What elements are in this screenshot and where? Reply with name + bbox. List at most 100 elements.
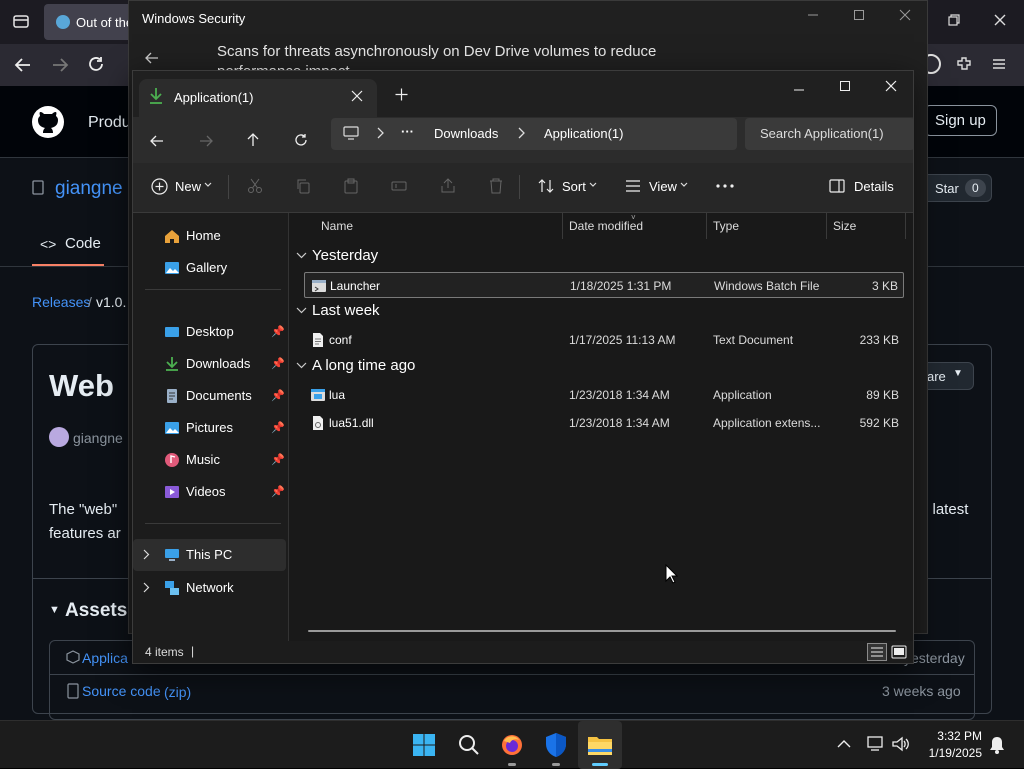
clock[interactable]: 3:32 PM 1/19/2025	[920, 727, 982, 763]
share-icon[interactable]	[440, 178, 456, 194]
maximize-icon[interactable]	[853, 9, 865, 21]
repo-owner-link[interactable]: giangne	[55, 178, 123, 200]
file-size: 3 KB	[871, 279, 898, 293]
tab-title: Out of the	[76, 15, 134, 30]
up-arrow-icon[interactable]	[246, 133, 260, 147]
asset-link[interactable]: Applica	[82, 650, 128, 666]
nav-item-network[interactable]: Network	[133, 573, 288, 603]
pin-icon[interactable]: 📌	[271, 485, 285, 498]
column-divider[interactable]	[826, 213, 827, 239]
forward-arrow-icon[interactable]	[199, 134, 213, 148]
close-icon[interactable]	[899, 9, 911, 21]
forward-icon[interactable]	[51, 56, 69, 74]
back-arrow-icon[interactable]	[145, 51, 159, 65]
breadcrumb-downloads[interactable]: Downloads	[434, 126, 498, 141]
column-header-type[interactable]: Type	[713, 219, 739, 233]
assets-toggle-icon[interactable]: ▼	[49, 604, 60, 616]
cut-icon[interactable]	[247, 178, 263, 194]
address-bar[interactable]: ··· Downloads Application(1)	[331, 118, 737, 150]
search-input[interactable]: Search Application(1)	[745, 118, 913, 150]
nav-item-downloads[interactable]: Downloads 📌	[133, 349, 288, 379]
network-status-icon[interactable]	[867, 736, 885, 752]
reload-icon[interactable]	[87, 55, 105, 73]
sign-up-button[interactable]: Sign up	[924, 105, 997, 136]
breadcrumb-application[interactable]: Application(1)	[544, 126, 624, 141]
new-button[interactable]: New	[175, 179, 201, 194]
file-explorer-taskbar-button[interactable]	[578, 721, 622, 769]
back-arrow-icon[interactable]	[150, 134, 164, 148]
expand-chevron-icon[interactable]	[143, 549, 150, 560]
minimize-icon[interactable]	[793, 84, 805, 96]
source-code-link[interactable]: Source code	[82, 683, 161, 699]
nav-item-home[interactable]: Home	[133, 221, 288, 251]
restore-icon[interactable]	[946, 12, 962, 28]
details-view-icon[interactable]	[867, 643, 887, 661]
start-button[interactable]	[402, 721, 446, 769]
file-row[interactable]: lua 1/23/2018 1:34 AM Application 89 KB	[304, 382, 904, 408]
nav-item-videos[interactable]: Videos 📌	[133, 477, 288, 507]
details-button[interactable]: Details	[854, 179, 894, 194]
windows-security-taskbar-button[interactable]	[534, 721, 578, 769]
copy-icon[interactable]	[295, 178, 311, 194]
breadcrumb-overflow-icon[interactable]: ···	[401, 124, 414, 139]
back-icon[interactable]	[14, 56, 32, 74]
file-row[interactable]: Launcher 1/18/2025 1:31 PM Windows Batch…	[304, 272, 904, 298]
rename-icon[interactable]	[391, 178, 407, 194]
column-divider[interactable]	[706, 213, 707, 239]
nav-item-music[interactable]: Music 📌	[133, 445, 288, 475]
tab-close-icon[interactable]	[351, 90, 363, 102]
column-divider[interactable]	[905, 213, 906, 239]
tab-overview-icon[interactable]	[12, 12, 30, 30]
chevron-up-icon[interactable]	[837, 739, 851, 749]
maximize-icon[interactable]	[839, 80, 851, 92]
nav-item-pictures[interactable]: Pictures 📌	[133, 413, 288, 443]
github-nav-product[interactable]: Produ	[88, 114, 131, 132]
pin-icon[interactable]: 📌	[271, 357, 285, 370]
chevron-down-icon	[680, 182, 688, 188]
horizontal-scrollbar[interactable]	[308, 630, 896, 632]
notification-bell-icon[interactable]	[989, 736, 1005, 754]
view-button[interactable]: View	[649, 179, 677, 194]
column-header-size[interactable]: Size	[833, 219, 856, 233]
file-row[interactable]: lua51.dll 1/23/2018 1:34 AM Application …	[304, 410, 904, 436]
browser-tab[interactable]: Out of the	[44, 4, 133, 40]
refresh-icon[interactable]	[294, 133, 308, 147]
search-button[interactable]	[446, 721, 490, 769]
release-author[interactable]: giangne	[73, 430, 123, 446]
assets-heading[interactable]: Assets	[65, 600, 127, 622]
sort-button[interactable]: Sort	[562, 179, 586, 194]
column-divider[interactable]	[562, 213, 563, 239]
menu-icon[interactable]	[991, 56, 1007, 72]
tiles-view-icon[interactable]	[891, 645, 907, 659]
column-header-name[interactable]: Name	[321, 219, 353, 233]
nav-item-desktop[interactable]: Desktop 📌	[133, 317, 288, 347]
breadcrumb-releases[interactable]: Releases	[32, 294, 90, 310]
firefox-taskbar-button[interactable]	[490, 721, 534, 769]
nav-item-documents[interactable]: Documents 📌	[133, 381, 288, 411]
minimize-icon[interactable]	[807, 9, 819, 21]
source-code-ext[interactable]: (zip)	[164, 684, 191, 700]
file-row[interactable]: conf 1/17/2025 11:13 AM Text Document 23…	[304, 327, 904, 353]
paste-icon[interactable]	[343, 178, 359, 194]
pin-icon[interactable]: 📌	[271, 325, 285, 338]
expand-chevron-icon[interactable]	[143, 582, 150, 593]
new-tab-icon[interactable]	[395, 88, 408, 101]
extensions-icon[interactable]	[955, 55, 973, 73]
close-icon[interactable]	[885, 80, 897, 92]
more-icon[interactable]	[716, 184, 734, 188]
group-label: Last week	[312, 302, 380, 319]
nav-item-this-pc[interactable]: This PC	[133, 539, 286, 571]
pin-icon[interactable]: 📌	[271, 389, 285, 402]
explorer-tab[interactable]: Application(1)	[139, 79, 377, 117]
file-name: conf	[329, 333, 352, 347]
pin-icon[interactable]: 📌	[271, 453, 285, 466]
browser-close-icon[interactable]	[992, 12, 1008, 28]
volume-icon[interactable]	[892, 736, 910, 752]
avatar[interactable]	[49, 427, 69, 447]
nav-item-gallery[interactable]: Gallery	[133, 253, 288, 283]
delete-icon[interactable]	[488, 178, 504, 194]
github-logo-icon[interactable]	[32, 106, 64, 138]
pin-icon[interactable]: 📌	[271, 421, 285, 434]
column-header-date[interactable]: Date modified	[569, 219, 643, 233]
tab-code[interactable]: <> Code	[32, 224, 104, 266]
